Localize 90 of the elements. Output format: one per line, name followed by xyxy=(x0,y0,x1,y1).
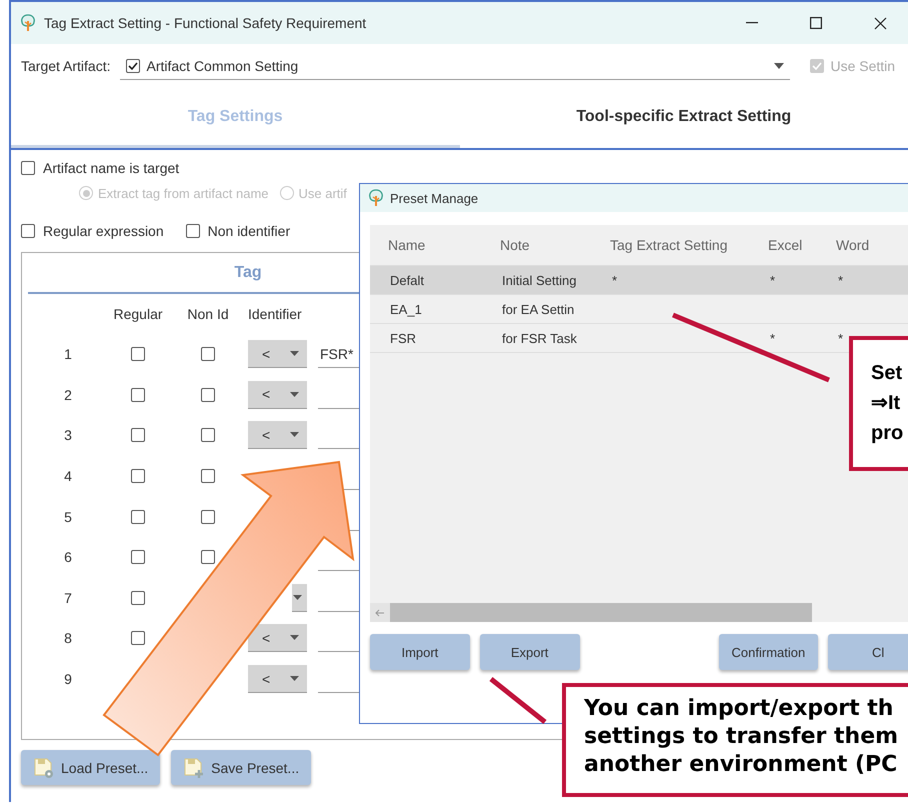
table-cell: EA_1 xyxy=(390,302,422,316)
radio-label: Extract tag from artifact name xyxy=(98,186,269,200)
row-number: 3 xyxy=(64,427,72,444)
identifier-dropdown[interactable]: < xyxy=(248,421,307,450)
table-cell: Defalt xyxy=(390,272,424,288)
app-icon xyxy=(20,14,36,32)
row-number: 6 xyxy=(64,549,72,566)
checkbox[interactable] xyxy=(131,510,145,524)
caret-icon xyxy=(774,62,784,68)
dialog-button[interactable]: Confirmation xyxy=(718,634,818,670)
table-cell: Initial Setting xyxy=(502,272,576,288)
checkbox-label: Non identifier xyxy=(208,223,290,239)
window-title: Tag Extract Setting - Functional Safety Requirement xyxy=(44,15,368,31)
checkbox[interactable] xyxy=(201,510,215,524)
column-header: Excel xyxy=(768,237,802,253)
artifact-dropdown[interactable]: Artifact Common Setting xyxy=(120,52,790,80)
checkbox[interactable] xyxy=(21,161,35,175)
table-row[interactable]: EA_1 for EA Settin xyxy=(370,295,908,324)
table-cell: * xyxy=(612,272,618,288)
radio-label: Use artif xyxy=(298,186,347,200)
dialog-button[interactable]: Cl xyxy=(828,634,908,670)
identifier-dropdown[interactable]: < xyxy=(248,665,307,694)
callout-text: ⇒It xyxy=(871,392,900,414)
save-plus-icon xyxy=(183,756,206,778)
column-header: Name xyxy=(388,237,426,253)
caret-icon xyxy=(290,351,299,356)
dropdown-caret-button[interactable] xyxy=(292,584,307,612)
caret-icon xyxy=(293,594,302,600)
column-header: Non Id xyxy=(187,306,229,322)
table-cell: * xyxy=(838,272,844,288)
checkbox[interactable] xyxy=(131,428,145,442)
leader-line xyxy=(489,677,547,724)
caret-icon xyxy=(290,676,299,682)
checkbox[interactable] xyxy=(131,631,145,646)
row-number: 7 xyxy=(64,590,72,606)
checkbox[interactable] xyxy=(126,58,140,72)
save-gear-icon xyxy=(33,756,55,778)
column-header: Note xyxy=(500,237,530,253)
preset-button[interactable]: Load Preset... xyxy=(21,750,160,785)
tab[interactable]: Tool-specific Extract Setting xyxy=(460,88,908,148)
checkbox[interactable] xyxy=(131,590,145,605)
callout-text: pro xyxy=(871,422,904,444)
table-cell: FSR xyxy=(390,330,416,346)
table-cell: for EA Settin xyxy=(502,302,574,316)
callout-text: settings to transfer them xyxy=(584,724,898,749)
row-number: 8 xyxy=(64,630,72,646)
row-number: 2 xyxy=(64,386,72,403)
checkbox[interactable] xyxy=(201,388,215,402)
table-cell: * xyxy=(838,330,844,346)
checkbox[interactable] xyxy=(201,347,215,362)
identifier-dropdown[interactable]: < xyxy=(248,340,307,368)
callout-text: Set xyxy=(871,362,902,384)
caret-icon xyxy=(290,432,299,438)
callout-text: another environment (PC xyxy=(584,752,898,777)
preset-button[interactable]: Save Preset... xyxy=(171,750,312,785)
callout-text: You can import/export th xyxy=(584,696,894,721)
checkbox[interactable] xyxy=(131,388,145,402)
checkbox-label: Artifact name is target xyxy=(43,160,180,176)
identifier-dropdown[interactable]: < xyxy=(248,380,307,409)
identifier-dropdown[interactable]: < xyxy=(248,624,307,652)
row-number: 5 xyxy=(64,508,72,525)
row-number: 9 xyxy=(64,671,72,688)
checkbox[interactable] xyxy=(131,347,145,362)
table-cell: * xyxy=(770,272,776,288)
checkbox-label: Use Settin xyxy=(830,58,896,74)
checkbox[interactable] xyxy=(131,550,145,564)
column-header: Regular xyxy=(113,306,163,322)
dialog-app-icon xyxy=(368,189,384,207)
caret-icon xyxy=(290,635,299,640)
dialog-title: Preset Manage xyxy=(390,190,478,206)
checkbox[interactable] xyxy=(21,224,35,238)
table-cell: * xyxy=(770,330,776,346)
table-row[interactable]: Defalt Initial Setting * * * xyxy=(370,266,908,295)
caret-icon xyxy=(290,392,299,397)
dialog-button[interactable]: Export xyxy=(480,634,580,670)
table-cell: for FSR Task xyxy=(502,330,577,346)
dialog-button[interactable]: Import xyxy=(370,634,470,670)
checkbox[interactable] xyxy=(201,428,215,442)
row-number: 1 xyxy=(64,346,72,362)
scrollbar-thumb[interactable] xyxy=(390,603,812,622)
column-header: Word xyxy=(836,237,870,253)
checkbox[interactable] xyxy=(201,469,215,484)
column-header: Tag Extract Setting xyxy=(610,237,728,253)
checkbox[interactable] xyxy=(131,469,145,484)
field-label: Target Artifact: xyxy=(21,58,110,74)
row-number: 4 xyxy=(64,468,72,484)
checkbox-label: Regular expression xyxy=(43,223,164,239)
checkbox[interactable] xyxy=(201,550,215,564)
checkbox[interactable] xyxy=(186,224,200,238)
column-header: Identifier xyxy=(248,306,302,322)
